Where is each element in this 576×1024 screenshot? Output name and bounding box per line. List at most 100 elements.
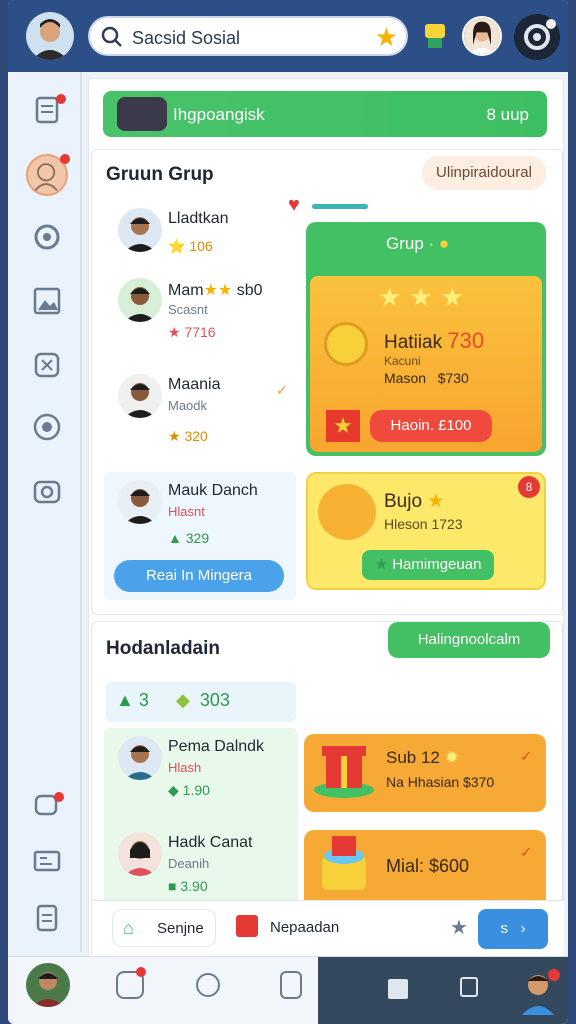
member-avatar [118, 832, 162, 876]
member-score: ■ 3.90 [168, 878, 208, 894]
gift-icon[interactable] [422, 20, 448, 50]
heart-icon[interactable]: ♥ [288, 194, 300, 217]
member-name: Hadk Canat [168, 834, 253, 851]
gift-icon[interactable] [236, 915, 258, 937]
treasure-icon [312, 834, 376, 896]
divider-bar [312, 204, 368, 209]
camera-icon[interactable] [32, 476, 62, 506]
helmet-icon [318, 484, 376, 540]
bujo-title: Bujo ★ [384, 491, 445, 512]
chat-nav-icon[interactable] [196, 973, 220, 997]
sidebar-avatar[interactable] [26, 154, 70, 196]
chevron-down-icon[interactable]: ✓ [520, 748, 532, 765]
friend-avatar[interactable] [462, 16, 502, 56]
star-icon[interactable]: ★ [450, 915, 468, 940]
coin-icon [324, 322, 368, 366]
member-row[interactable]: Pema Dalndk Hlash ◆ 1.90 [106, 736, 292, 802]
member-name: Mam★★ sb0 [168, 282, 263, 299]
member-name: Maania [168, 376, 221, 393]
record-icon[interactable] [32, 412, 62, 442]
banner-counter: 8 uup [486, 105, 529, 124]
summary-bar: ▲ 3 ◆ 303 [106, 682, 296, 722]
member-avatar [118, 480, 162, 524]
bujo-card[interactable]: Bujo ★ Hleson 1723 8 ★ Hamimgeuan [306, 472, 546, 590]
user-avatar[interactable] [26, 963, 70, 1007]
member-row[interactable]: Mauk Danch Hlasnt ▲ 329 [106, 480, 292, 546]
id-card-icon[interactable] [32, 846, 62, 876]
bujo-sub: Hleson 1723 [384, 516, 463, 532]
member-score: ★ 7716 [168, 324, 216, 340]
join-group-button[interactable]: Reai In Mingera [114, 560, 284, 592]
character-avatar[interactable] [514, 967, 562, 1015]
member-score: ⭐ 106 [168, 238, 213, 254]
grup-card-sub: Kacuni [384, 354, 421, 368]
grup-card-line: Mason $730 [384, 370, 469, 386]
search-button[interactable]: s › [478, 909, 548, 949]
member-row[interactable]: Maania Maodk ★ 320 ✓ [106, 374, 292, 444]
bujo-button[interactable]: ★ Hamimgeuan [362, 550, 494, 580]
shop-icon[interactable] [388, 979, 408, 999]
member-row[interactable]: Mam★★ sb0 Scasnt ★ 7716 [106, 278, 292, 344]
member-score: ★ 320 [168, 428, 208, 444]
settings-icon[interactable] [514, 14, 560, 60]
footer-action-bar: ⌂ Senjne Nepaadan ★ s › [92, 900, 564, 958]
offer-card[interactable]: Sub 12 ✹ Na Hhasian $370 ✓ [304, 734, 546, 812]
member-status: Deanih [168, 856, 210, 871]
section-two-card: Hodanladain Halingnoolcalm ▲ 3 ◆ 303 Pem… [91, 621, 564, 959]
bottom-nav [8, 956, 568, 1024]
search-input[interactable]: Sacsid Sosial [132, 28, 240, 49]
home-tab-label: Senjne [157, 920, 204, 937]
top-bar: Sacsid Sosial ★ [8, 0, 568, 72]
chevron-down-icon[interactable]: ✓ [276, 382, 288, 399]
image-icon[interactable] [32, 286, 62, 316]
offer-title: Sub 12 ✹ [386, 748, 459, 767]
member-status: Hlash [168, 760, 202, 775]
member-avatar [118, 736, 162, 780]
puzzle-icon[interactable] [32, 350, 62, 380]
grup-card-button[interactable]: Haoin. £100 [370, 410, 492, 442]
member-name: Mauk Danch [168, 482, 258, 499]
member-status: Hlasnt [168, 504, 205, 519]
member-avatar [118, 374, 162, 418]
home-tab[interactable]: ⌂ Senjne [112, 909, 216, 947]
member-status: Scasnt [168, 302, 208, 317]
bag-icon[interactable] [280, 971, 302, 999]
notification-dot [136, 967, 146, 977]
home-icon: ⌂ [123, 918, 134, 938]
search-bar[interactable]: Sacsid Sosial ★ [88, 16, 408, 56]
summary-value: ◆ 303 [176, 690, 230, 710]
chat-icon[interactable] [32, 790, 64, 820]
search-icon [101, 26, 122, 47]
star-icon: ★ [374, 556, 389, 573]
document-icon[interactable] [32, 94, 66, 124]
bottom-nav-dark [318, 957, 568, 1024]
star-box-icon: ★ [326, 410, 360, 442]
member-score: ◆ 1.90 [168, 782, 210, 798]
grup-card-title: Hatiiak 730 [384, 328, 485, 353]
target-icon[interactable] [32, 222, 62, 252]
grup-card-header: Grup · ● [386, 234, 450, 253]
grup-card-body: ★★★ Hatiiak 730 Kacuni Mason $730 ★ Haoi… [310, 276, 542, 452]
top-banner[interactable]: Ihgpoangisk 8 uup [103, 91, 547, 137]
member-name: Pema Dalndk [168, 738, 265, 755]
member-row[interactable]: Hadk Canat Deanih ■ 3.90 [106, 832, 292, 898]
footer-right-label[interactable]: Nepaadan [270, 919, 339, 936]
profile-avatar[interactable] [26, 12, 74, 60]
banner-title: Ihgpoangisk [173, 105, 265, 124]
group-action-button[interactable]: Ulinpiraidoural [422, 156, 546, 190]
offer-sub: Na Hhasian $370 [386, 774, 495, 790]
chevron-down-icon[interactable]: ✓ [520, 844, 532, 861]
offer-title: Mial: $600 [386, 856, 470, 876]
section-two-action[interactable]: Halingnoolcalm [388, 622, 550, 658]
offer-card[interactable]: Mial: $600 ✓ [304, 830, 546, 910]
summary-left: ▲ 3 [116, 690, 149, 710]
main-panel: Ihgpoangisk 8 uup Gruun Grup Ulinpiraido… [88, 78, 564, 959]
square-icon[interactable] [460, 977, 478, 997]
member-name: Lladtkan [168, 210, 229, 227]
member-row[interactable]: Lladtkan ⭐ 106 [106, 208, 292, 274]
grup-card[interactable]: Grup · ● ★★★ Hatiiak 730 Kacuni Mason $7… [306, 222, 546, 456]
star-icon[interactable]: ★ [375, 22, 398, 53]
member-score: ▲ 329 [168, 530, 210, 546]
clipboard-icon[interactable] [32, 902, 62, 932]
member-avatar [118, 208, 162, 252]
